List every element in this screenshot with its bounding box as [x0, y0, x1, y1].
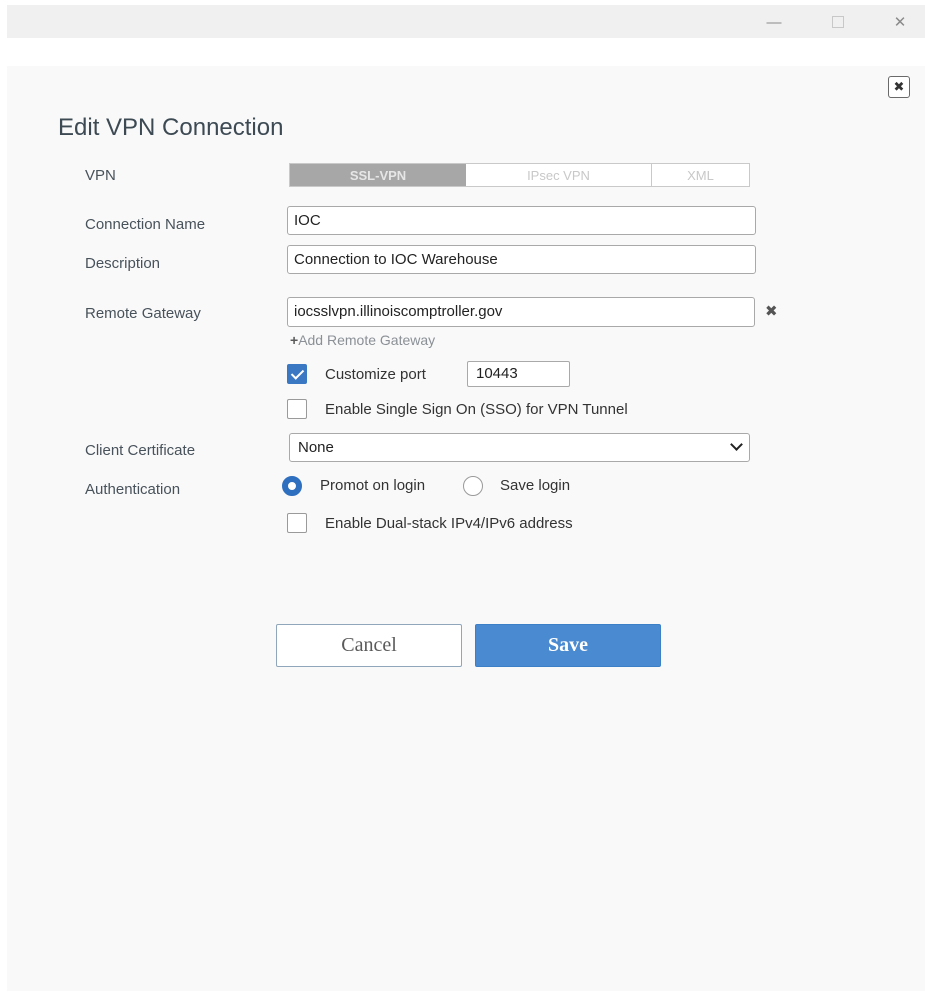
vpn-label: VPN	[85, 167, 116, 184]
tab-ssl-vpn[interactable]: SSL-VPN	[290, 164, 466, 186]
dual-stack-checkbox[interactable]	[287, 513, 307, 533]
port-value: 10443	[476, 365, 518, 382]
plus-icon: +	[290, 332, 299, 348]
authentication-label: Authentication	[85, 481, 181, 498]
tab-xml[interactable]: XML	[652, 164, 749, 186]
checkmark-icon	[290, 365, 304, 380]
cancel-button[interactable]: Cancel	[276, 624, 462, 667]
tab-ipsec-vpn[interactable]: IPsec VPN	[466, 164, 652, 186]
remote-gateway-label: Remote Gateway	[85, 305, 201, 322]
customize-port-label: Customize port	[325, 366, 426, 383]
add-remote-gateway-link[interactable]: +Add Remote Gateway	[290, 332, 435, 348]
port-input[interactable]: 10443	[467, 361, 570, 387]
description-label: Description	[85, 255, 161, 272]
prompt-on-login-radio[interactable]	[282, 476, 302, 496]
vpn-type-tabs: SSL-VPN IPsec VPN XML	[289, 163, 750, 187]
sso-checkbox[interactable]	[287, 399, 307, 419]
connection-name-input[interactable]: IOC	[287, 206, 756, 235]
dual-stack-label: Enable Dual-stack IPv4/IPv6 address	[325, 515, 573, 532]
dialog-title: Edit VPN Connection	[58, 114, 284, 141]
sso-label: Enable Single Sign On (SSO) for VPN Tunn…	[325, 401, 628, 418]
minimize-icon[interactable]: —	[759, 11, 789, 33]
maximize-box	[832, 16, 844, 28]
remove-gateway-icon[interactable]: ✖	[765, 302, 778, 320]
add-remote-gateway-label: Add Remote Gateway	[298, 332, 436, 348]
client-certificate-value: None	[298, 439, 334, 456]
chevron-down-icon	[730, 438, 743, 451]
dialog-close-button[interactable]: ✖	[888, 76, 910, 98]
window-close-icon[interactable]: ✕	[885, 11, 915, 33]
description-input[interactable]: Connection to IOC Warehouse	[287, 245, 756, 274]
save-button[interactable]: Save	[475, 624, 661, 667]
client-certificate-label: Client Certificate	[85, 442, 196, 459]
client-certificate-select[interactable]: None	[289, 433, 750, 462]
connection-name-label: Connection Name	[85, 216, 206, 233]
prompt-on-login-label: Promot on login	[320, 477, 426, 494]
customize-port-checkbox[interactable]	[287, 364, 307, 384]
remote-gateway-input[interactable]: iocsslvpn.illinoiscomptroller.gov	[287, 297, 755, 327]
maximize-icon[interactable]	[823, 11, 853, 33]
save-login-label: Save login	[500, 477, 571, 494]
save-login-radio[interactable]	[463, 476, 483, 496]
window-titlebar: — ✕	[7, 5, 925, 38]
